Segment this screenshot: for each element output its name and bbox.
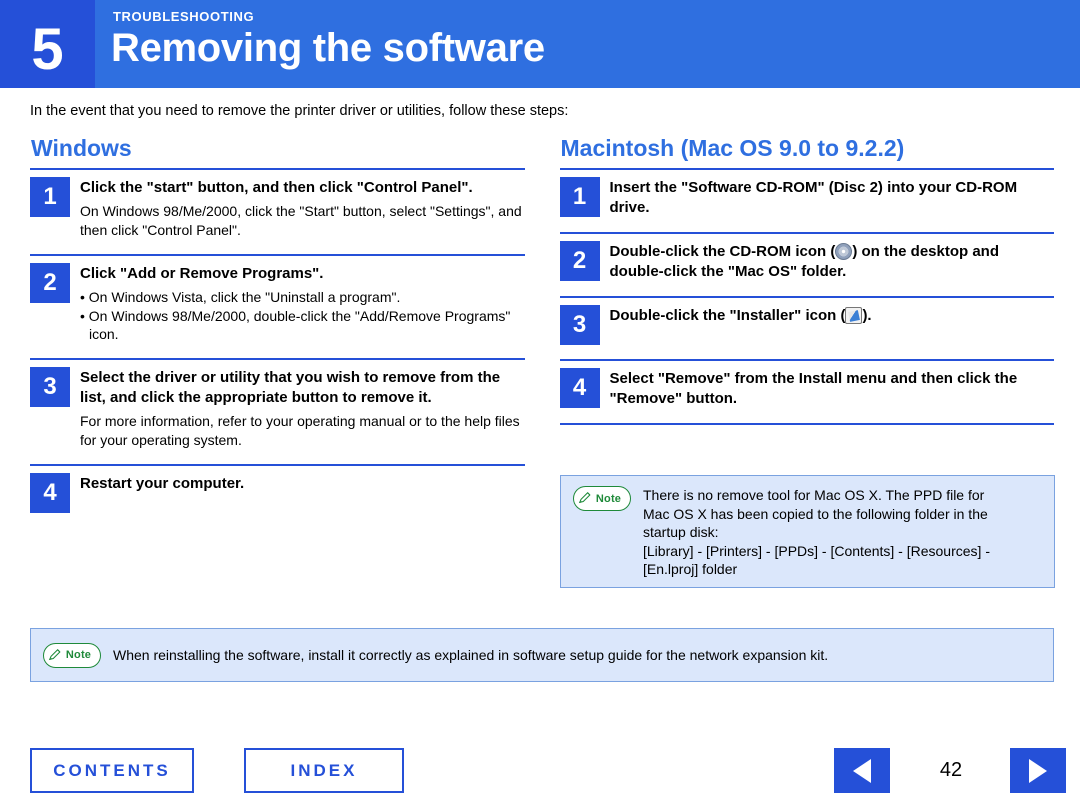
intro-paragraph: In the event that you need to remove the… [30, 103, 569, 119]
step-heading-before: Double-click the "Installer" icon ( [609, 306, 846, 324]
windows-column: Windows 1 Click the "start" button, and … [30, 135, 525, 521]
pencil-icon [578, 492, 591, 504]
step-heading-after: ). [862, 306, 872, 324]
bottom-note-text: When reinstalling the software, install … [113, 646, 829, 663]
step-heading: Click the "start" button, and then click… [80, 179, 473, 196]
mac-note-line-3: startup disk: [643, 524, 719, 541]
cd-rom-icon [835, 242, 853, 260]
page-title: Removing the software [111, 26, 545, 70]
macintosh-heading: Macintosh (Mac OS 9.0 to 9.2.2) [560, 135, 905, 161]
step-heading: Click "Add or Remove Programs". [80, 264, 324, 282]
mac-step-3: 3 Double-click the "Installer" icon (). [559, 298, 1055, 353]
step-description: On Windows 98/Me/2000, click the "Start"… [80, 202, 522, 238]
step-heading: Select "Remove" from the Install menu an… [609, 369, 1018, 407]
windows-step-4: 4 Restart your computer. [30, 466, 525, 521]
step-heading: Double-click the "Installer" icon (). [610, 306, 1055, 326]
macintosh-column: Macintosh (Mac OS 9.0 to 9.2.2) 1 Insert… [559, 135, 1055, 521]
step-heading: Insert the "Software CD-ROM" (Disc 2) in… [609, 179, 1018, 216]
step-number: 1 [30, 177, 70, 217]
chapter-number: 5 [31, 17, 64, 82]
step-number: 2 [559, 240, 600, 281]
windows-step-1: 1 Click the "start" button, and then cli… [30, 170, 525, 248]
pencil-icon [48, 648, 61, 660]
step-number: 2 [30, 262, 70, 303]
mac-note-box: Note There is no remove tool for Mac OS … [560, 475, 1055, 588]
installer-icon [845, 306, 863, 324]
index-button[interactable]: INDEX [244, 748, 404, 793]
note-badge: Note [43, 642, 101, 668]
step-bullet: • On Windows 98/Me/2000, double-click th… [80, 307, 511, 343]
step-number: 3 [30, 367, 70, 408]
note-badge: Note [573, 486, 631, 511]
content-columns: Windows 1 Click the "start" button, and … [30, 135, 1054, 521]
step-number: 3 [559, 304, 600, 345]
step-bullet: • On Windows Vista, click the "Uninstall… [80, 288, 401, 305]
bottom-note-box: Note When reinstalling the software, ins… [30, 628, 1054, 682]
previous-page-button[interactable] [834, 748, 890, 793]
step-heading: Restart your computer. [80, 474, 245, 492]
step-number: 4 [30, 472, 70, 513]
mac-note-line-5: [En.lproj] folder [643, 561, 738, 578]
mac-note-text: There is no remove tool for Mac OS X. Th… [643, 486, 1042, 579]
step-heading: Double-click the CD-ROM icon () on the d… [610, 242, 1055, 282]
mac-note-line-2: Mac OS X has been copied to the followin… [643, 505, 988, 522]
mac-note-line-1: There is no remove tool for Mac OS X. Th… [643, 487, 985, 503]
mac-step-2: 2 Double-click the CD-ROM icon () on the… [559, 234, 1055, 290]
windows-step-2: 2 Click "Add or Remove Programs". • On W… [30, 256, 525, 353]
windows-step-3: 3 Select the driver or utility that you … [30, 360, 525, 458]
page-number: 42 [939, 759, 963, 781]
next-page-button[interactable] [1010, 748, 1066, 793]
header-text-block: TROUBLESHOOTING Removing the software [95, 0, 1080, 88]
mac-step-1: 1 Insert the "Software CD-ROM" (Disc 2) … [559, 170, 1055, 226]
step-number: 4 [559, 367, 600, 408]
triangle-right-icon [1029, 758, 1047, 783]
step-heading: Select the driver or utility that you wi… [80, 369, 501, 407]
mac-note-line-4: [Library] - [Printers] - [PPDs] - [Conte… [643, 542, 990, 559]
mac-divider-4 [559, 422, 1054, 425]
step-description: For more information, refer to your oper… [80, 413, 520, 449]
page-footer: CONTENTS INDEX 42 [0, 745, 1080, 809]
chapter-number-block: 5 [0, 0, 95, 88]
windows-heading: Windows [31, 135, 132, 161]
step-number: 1 [559, 177, 600, 217]
page-header: 5 TROUBLESHOOTING Removing the software [0, 0, 1080, 88]
triangle-left-icon [853, 758, 871, 783]
step-heading-before: Double-click the CD-ROM icon ( [609, 242, 836, 260]
section-label: TROUBLESHOOTING [113, 9, 255, 24]
contents-button[interactable]: CONTENTS [30, 748, 194, 793]
mac-step-4: 4 Select "Remove" from the Install menu … [559, 361, 1055, 417]
